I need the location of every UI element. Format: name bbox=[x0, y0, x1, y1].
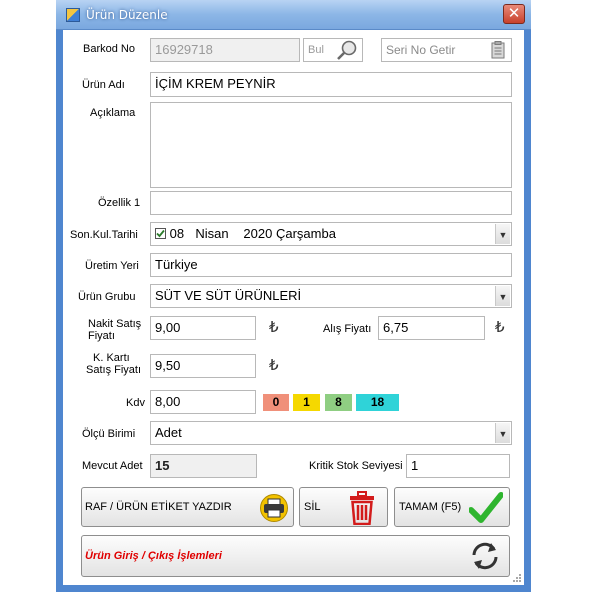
stock-movements-button-text: Ürün Giriş / Çıkış İşlemleri bbox=[85, 550, 222, 562]
barcode-label: Barkod No bbox=[83, 43, 135, 55]
feature1-label: Özellik 1 bbox=[98, 197, 141, 209]
chevron-down-icon[interactable]: ▼ bbox=[495, 224, 510, 244]
check-icon bbox=[156, 229, 165, 238]
feature1-input[interactable] bbox=[150, 191, 512, 215]
printer-icon bbox=[260, 494, 288, 522]
print-label-button[interactable]: RAF / ÜRÜN ETİKET YAZDIR bbox=[81, 487, 294, 527]
search-field[interactable]: Bul bbox=[303, 38, 363, 62]
trash-icon bbox=[350, 491, 374, 525]
barcode-input[interactable]: 16929718 bbox=[150, 38, 300, 62]
description-input[interactable] bbox=[150, 102, 512, 188]
product-name-input[interactable]: İÇİM KREM PEYNİR bbox=[150, 72, 512, 97]
vat-label: Kdv bbox=[126, 397, 145, 409]
product-edit-window: Ürün Düzenle ✕ Barkod No 16929718 Bul Se… bbox=[56, 0, 531, 592]
product-group-value: SÜT VE SÜT ÜRÜNLERİ bbox=[155, 288, 302, 303]
vat-chip-8[interactable]: 8 bbox=[325, 394, 352, 411]
print-label-button-text: RAF / ÜRÜN ETİKET YAZDIR bbox=[85, 501, 232, 513]
stock-label: Mevcut Adet bbox=[82, 460, 143, 472]
critical-stock-label: Kritik Stok Seviyesi bbox=[309, 460, 403, 472]
delete-button[interactable]: SİL bbox=[299, 487, 388, 527]
serial-button-label: Seri No Getir bbox=[386, 43, 456, 57]
lira-icon: ₺ bbox=[269, 318, 279, 336]
expiry-date-picker[interactable]: 08 Nisan 2020 Çarşamba ▼ bbox=[150, 222, 512, 246]
expiry-month[interactable]: Nisan bbox=[195, 226, 228, 241]
chevron-down-icon[interactable]: ▼ bbox=[495, 423, 510, 443]
form-body: Barkod No 16929718 Bul Seri No Getir Ürü… bbox=[63, 30, 524, 585]
clipboard-icon bbox=[491, 41, 505, 59]
unit-value: Adet bbox=[155, 425, 182, 440]
expiry-date-label: Son.Kul.Tarihi bbox=[70, 229, 138, 241]
vat-chip-1[interactable]: 1 bbox=[293, 394, 320, 411]
vat-input[interactable]: 8,00 bbox=[150, 390, 256, 414]
ok-button-text: TAMAM (F5) bbox=[399, 501, 462, 513]
search-icon[interactable] bbox=[335, 39, 359, 61]
purchase-price-input[interactable]: 6,75 bbox=[378, 316, 485, 340]
app-icon bbox=[66, 8, 80, 22]
product-name-label: Ürün Adı bbox=[82, 79, 125, 91]
product-group-select[interactable]: SÜT VE SÜT ÜRÜNLERİ ▼ bbox=[150, 284, 512, 308]
origin-label: Üretim Yeri bbox=[85, 260, 139, 272]
card-price-label-line1: K. Kartı bbox=[93, 352, 130, 364]
description-label: Açıklama bbox=[90, 107, 136, 119]
cash-price-label-line2: Fiyatı bbox=[88, 330, 115, 342]
origin-input[interactable]: Türkiye bbox=[150, 253, 512, 277]
resize-grip-icon[interactable] bbox=[512, 573, 522, 583]
ok-button[interactable]: TAMAM (F5) bbox=[394, 487, 510, 527]
title-bar: Ürün Düzenle ✕ bbox=[56, 0, 531, 30]
cash-price-input[interactable]: 9,00 bbox=[150, 316, 256, 340]
expiry-checkbox[interactable] bbox=[155, 228, 166, 240]
unit-label: Ölçü Birimi bbox=[82, 428, 136, 440]
card-price-label-line2: Satış Fiyatı bbox=[86, 364, 142, 376]
stock-value: 15 bbox=[150, 454, 257, 478]
refresh-icon bbox=[472, 542, 498, 570]
card-price-label: K. Kartı Satış Fiyatı bbox=[86, 352, 141, 376]
chevron-down-icon[interactable]: ▼ bbox=[495, 286, 510, 306]
card-price-input[interactable]: 9,50 bbox=[150, 354, 256, 378]
critical-stock-input[interactable]: 1 bbox=[406, 454, 510, 478]
cash-price-label-line1: Nakit Satış bbox=[88, 318, 142, 330]
expiry-day[interactable]: 08 bbox=[170, 226, 184, 241]
vat-chip-18[interactable]: 18 bbox=[356, 394, 399, 411]
cash-price-label: Nakit Satış Fiyatı bbox=[88, 318, 141, 342]
checkmark-icon bbox=[469, 492, 503, 523]
search-label: Bul bbox=[308, 44, 324, 56]
close-button[interactable]: ✕ bbox=[503, 4, 525, 24]
unit-select[interactable]: Adet ▼ bbox=[150, 421, 512, 445]
purchase-price-label: Alış Fiyatı bbox=[323, 323, 372, 335]
window-title: Ürün Düzenle bbox=[86, 8, 168, 22]
delete-button-text: SİL bbox=[304, 501, 321, 513]
stock-movements-button[interactable]: Ürün Giriş / Çıkış İşlemleri bbox=[81, 535, 510, 577]
lira-icon: ₺ bbox=[269, 356, 279, 374]
expiry-year-weekday[interactable]: 2020 Çarşamba bbox=[243, 226, 336, 241]
lira-icon: ₺ bbox=[495, 318, 505, 336]
vat-chip-0[interactable]: 0 bbox=[263, 394, 289, 411]
product-group-label: Ürün Grubu bbox=[78, 291, 136, 303]
serial-number-button[interactable]: Seri No Getir bbox=[381, 38, 512, 62]
